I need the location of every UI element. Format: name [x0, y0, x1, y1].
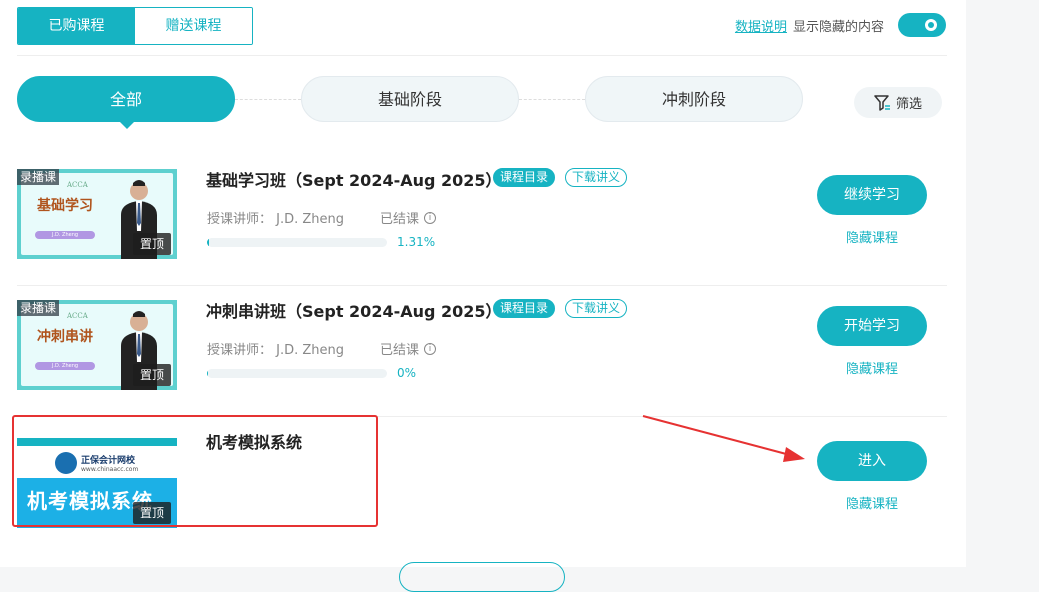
- annotation-arrow-icon: [642, 415, 805, 462]
